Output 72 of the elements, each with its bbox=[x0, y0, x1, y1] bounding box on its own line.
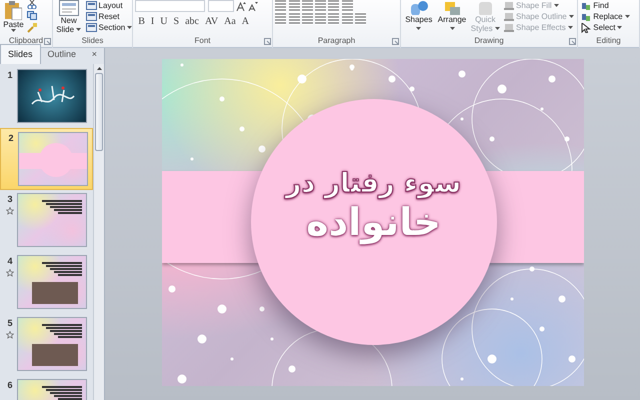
panel-tab[interactable]: Outline bbox=[40, 44, 84, 64]
font-name-field[interactable] bbox=[135, 0, 206, 12]
cursor-icon bbox=[581, 22, 592, 32]
slide-number: 1 bbox=[7, 69, 12, 82]
group-label: Clipboard bbox=[8, 35, 44, 46]
scissors-icon[interactable] bbox=[26, 0, 37, 9]
caret-icon bbox=[554, 4, 559, 7]
slide-icon bbox=[58, 0, 79, 16]
format-button[interactable]: abc bbox=[182, 14, 202, 30]
style-swatch-icon bbox=[476, 0, 494, 15]
group-label: Font bbox=[194, 35, 210, 46]
find-button[interactable]: Find bbox=[580, 0, 631, 11]
photo-placeholder bbox=[32, 344, 78, 366]
group-label: Slides bbox=[82, 35, 104, 46]
replace-button[interactable]: Replace bbox=[580, 11, 631, 22]
scrollbar[interactable] bbox=[93, 64, 104, 400]
slide-thumbnail[interactable] bbox=[17, 255, 87, 310]
format-button[interactable]: S bbox=[170, 14, 182, 30]
close-button[interactable]: × bbox=[84, 44, 104, 64]
slide-number: 4 bbox=[7, 255, 12, 268]
caret-icon bbox=[617, 26, 622, 29]
dialog-launcher-icon[interactable] bbox=[44, 38, 51, 45]
caret-icon bbox=[76, 28, 82, 31]
slide-title: خانواده bbox=[306, 200, 441, 246]
scroll-thumb[interactable] bbox=[95, 73, 103, 151]
caret-icon bbox=[127, 26, 132, 29]
caret-icon bbox=[450, 27, 455, 30]
caret-icon bbox=[568, 15, 574, 18]
slide-thumbnail[interactable] bbox=[17, 193, 87, 248]
group-label: Paragraph bbox=[318, 35, 356, 46]
paste-button[interactable]: Paste bbox=[2, 0, 25, 32]
format-button[interactable]: AV bbox=[202, 14, 222, 30]
grow-font-icon[interactable] bbox=[236, 1, 246, 11]
slide-number: 3 bbox=[7, 193, 12, 206]
slide-thumbnail[interactable] bbox=[18, 132, 88, 186]
panel-tab[interactable]: Slides bbox=[0, 44, 41, 64]
caret-icon bbox=[416, 27, 422, 30]
group-label: Editing bbox=[596, 35, 621, 46]
layout-button[interactable]: Layout bbox=[84, 0, 132, 11]
caret-icon bbox=[10, 29, 16, 32]
format-button[interactable]: A bbox=[238, 14, 252, 30]
caret-icon bbox=[494, 27, 500, 30]
slide-number: 5 bbox=[7, 317, 12, 330]
caret-icon bbox=[624, 15, 630, 18]
dialog-launcher-icon[interactable] bbox=[392, 38, 399, 45]
shrink-font-icon[interactable] bbox=[248, 1, 258, 11]
arrange-button[interactable]: Arrange bbox=[436, 0, 468, 33]
shapes-button[interactable]: Shapes bbox=[403, 0, 434, 33]
photo-placeholder bbox=[32, 282, 78, 304]
layout-icon bbox=[86, 1, 97, 10]
group-label: Drawing bbox=[474, 35, 504, 46]
slide-number: 6 bbox=[7, 379, 12, 392]
font-size-field[interactable] bbox=[208, 0, 234, 12]
dialog-launcher-icon[interactable] bbox=[264, 38, 271, 45]
reset-button[interactable]: Reset bbox=[84, 11, 132, 22]
copy-icon[interactable] bbox=[26, 11, 37, 20]
select-button[interactable]: Select bbox=[580, 22, 631, 33]
slide-number: 2 bbox=[8, 132, 14, 146]
clipboard-icon bbox=[4, 0, 22, 20]
new-slide-button[interactable]: New Slide bbox=[55, 0, 82, 34]
format-button[interactable]: Aa bbox=[221, 14, 239, 30]
slide-thumbnail[interactable] bbox=[17, 69, 87, 124]
format-button[interactable]: B bbox=[135, 14, 148, 30]
caret-icon bbox=[568, 26, 573, 29]
section-button[interactable]: Section bbox=[84, 22, 132, 33]
slide-thumbnail[interactable] bbox=[17, 317, 87, 372]
stacked-squares-icon bbox=[443, 0, 462, 15]
dialog-launcher-icon[interactable] bbox=[569, 38, 576, 45]
shapes-icon bbox=[410, 0, 428, 15]
format-button[interactable]: U bbox=[157, 14, 170, 30]
slide-title: سوء رفتار در bbox=[286, 168, 462, 200]
format-button[interactable]: I bbox=[148, 14, 158, 30]
